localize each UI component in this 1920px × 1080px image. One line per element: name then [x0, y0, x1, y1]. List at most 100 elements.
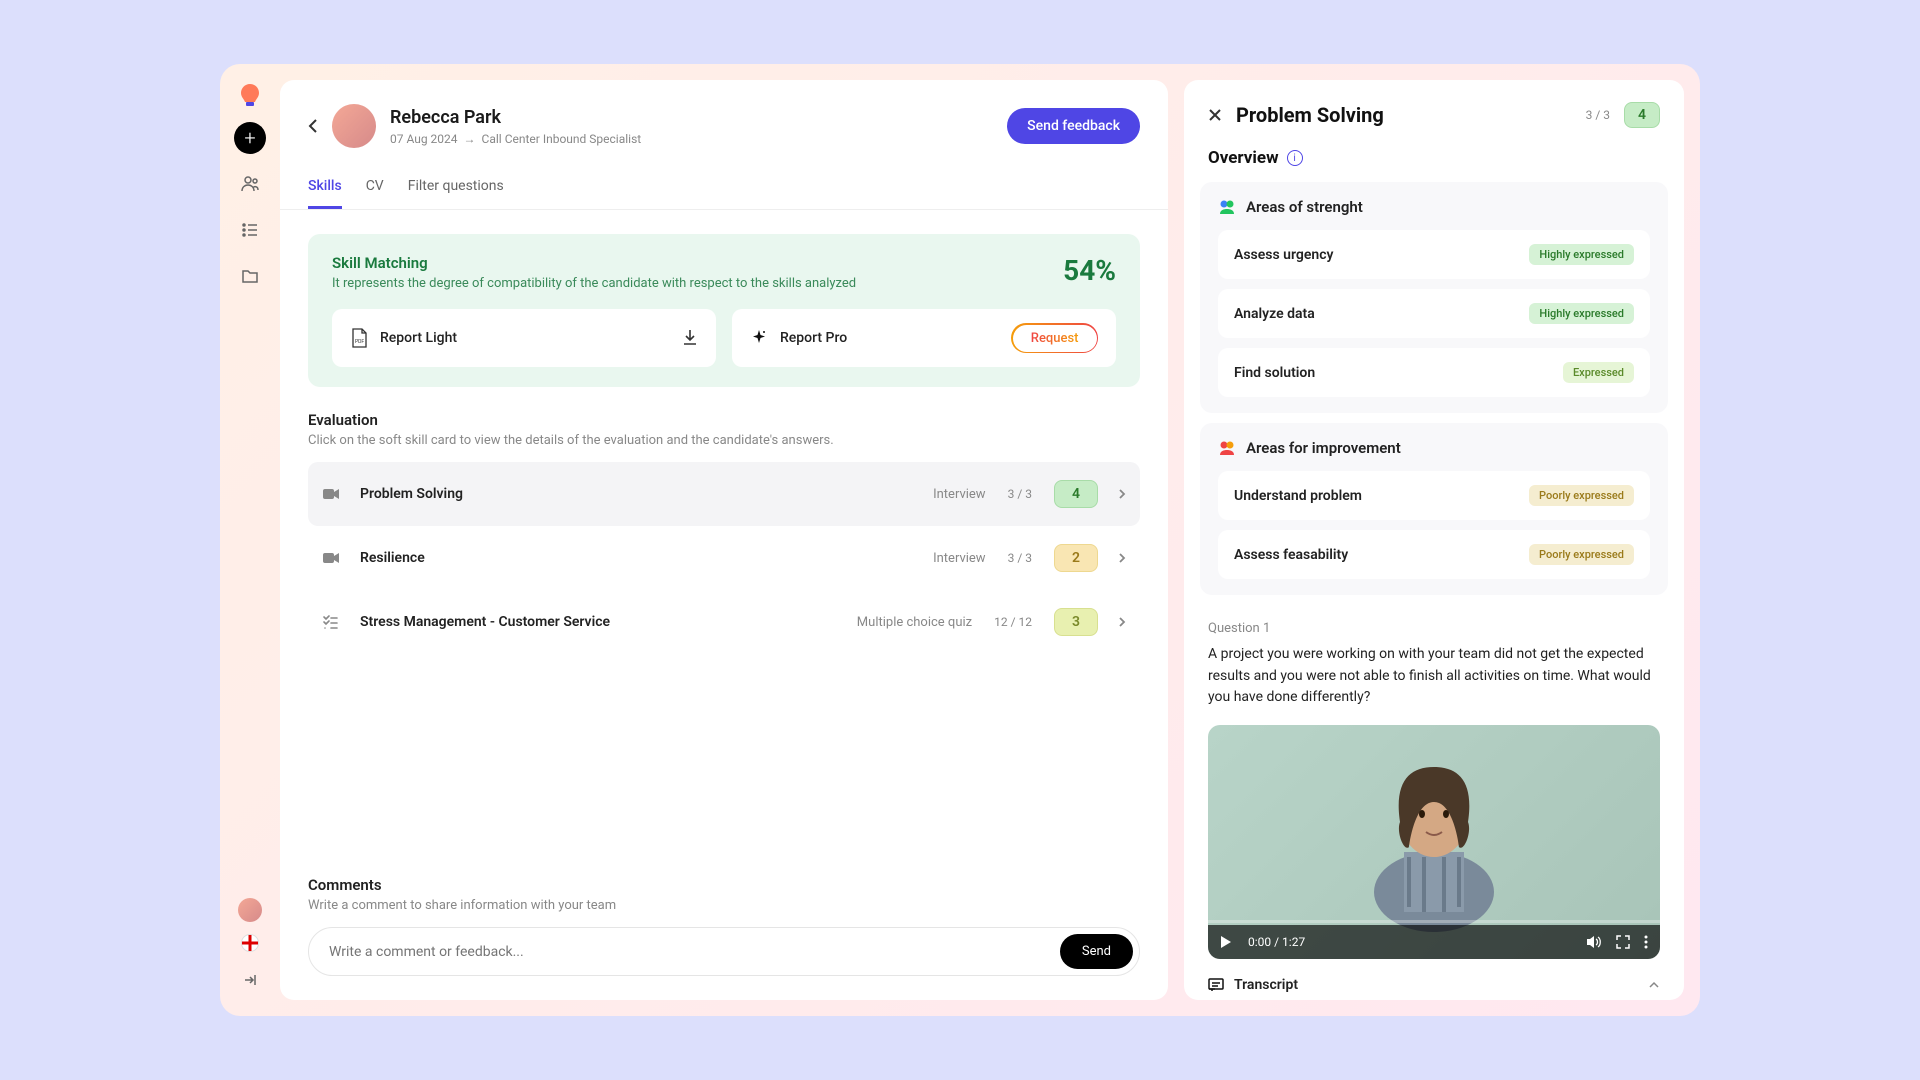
pdf-icon: PDF: [350, 328, 368, 348]
collapse-sidebar-icon[interactable]: [234, 964, 266, 996]
language-flag[interactable]: [241, 934, 259, 952]
report-light-card: PDF Report Light: [332, 309, 716, 367]
volume-icon[interactable]: [1586, 935, 1602, 949]
skill-matching-subtitle: It represents the degree of compatibilit…: [332, 276, 856, 291]
eval-title: Problem Solving: [360, 486, 933, 502]
detail-header: Problem Solving 3 / 3 4: [1184, 80, 1684, 138]
video-thumbnail: [1354, 752, 1514, 932]
eval-row[interactable]: Stress Management - Customer ServiceMult…: [308, 590, 1140, 654]
sidebar-list-icon[interactable]: [234, 214, 266, 246]
improvement-section: Areas for improvement Understand problem…: [1200, 423, 1668, 595]
item-name: Assess feasability: [1234, 547, 1529, 563]
skill-matching-pct: 54%: [1063, 254, 1116, 287]
add-button[interactable]: +: [234, 122, 266, 154]
arrow-icon: →: [464, 132, 476, 146]
overview-title: Overview: [1208, 148, 1279, 168]
improvement-label: Areas for improvement: [1246, 439, 1401, 457]
expression-badge: Highly expressed: [1529, 244, 1634, 265]
checklist-icon: [322, 614, 342, 630]
content-area: Skill Matching It represents the degree …: [280, 210, 1168, 876]
fullscreen-icon[interactable]: [1616, 935, 1630, 949]
expression-badge: Expressed: [1563, 362, 1634, 383]
more-icon[interactable]: [1644, 935, 1648, 949]
close-icon[interactable]: [1208, 108, 1222, 122]
candidate-name: Rebecca Park: [390, 107, 641, 128]
camera-icon: [322, 551, 342, 565]
strengths-icon: [1218, 198, 1236, 216]
item-name: Assess urgency: [1234, 247, 1529, 263]
score-pill: 4: [1054, 480, 1098, 508]
question-text: A project you were working on with your …: [1208, 644, 1660, 709]
overview-row: Overview i: [1184, 138, 1684, 174]
comment-box: Send: [308, 927, 1140, 976]
evaluation-list: Problem SolvingInterview3 / 34Resilience…: [308, 462, 1140, 654]
chevron-up-icon: [1648, 981, 1660, 989]
expression-badge: Poorly expressed: [1529, 485, 1634, 506]
eval-type: Multiple choice quiz: [857, 615, 972, 630]
eval-count: 12 / 12: [994, 615, 1032, 629]
strength-item: Find solutionExpressed: [1218, 348, 1650, 397]
tab-cv[interactable]: CV: [366, 166, 384, 209]
comment-input[interactable]: [329, 944, 1060, 960]
app-logo: [238, 84, 262, 108]
sidebar-folder-icon[interactable]: [234, 260, 266, 292]
evaluation-header: Evaluation Click on the soft skill card …: [308, 411, 1140, 448]
eval-title: Stress Management - Customer Service: [360, 614, 857, 630]
detail-body: Areas of strenght Assess urgencyHighly e…: [1184, 174, 1684, 1000]
improvement-icon: [1218, 439, 1236, 457]
detail-score: 4: [1624, 102, 1660, 128]
play-icon[interactable]: [1220, 935, 1232, 949]
sidebar-candidates-icon[interactable]: [234, 168, 266, 200]
score-pill: 3: [1054, 608, 1098, 636]
tabs: Skills CV Filter questions: [280, 166, 1168, 210]
comments-subtitle: Write a comment to share information wit…: [308, 898, 1140, 913]
info-icon[interactable]: i: [1287, 150, 1303, 166]
send-comment-button[interactable]: Send: [1060, 934, 1133, 969]
user-avatar-small[interactable]: [238, 898, 262, 922]
report-pro-label: Report Pro: [780, 330, 847, 346]
skill-matching-card: Skill Matching It represents the degree …: [308, 234, 1140, 387]
chevron-right-icon: [1118, 488, 1126, 500]
video-player[interactable]: 0:00 / 1:27: [1208, 725, 1660, 959]
chevron-right-icon: [1118, 616, 1126, 628]
video-progress-bar[interactable]: [1208, 920, 1660, 923]
eval-count: 3 / 3: [1008, 487, 1032, 501]
transcript-label: Transcript: [1234, 977, 1638, 993]
report-pro-card: Report Pro Request: [732, 309, 1116, 367]
improvement-item: Assess feasabilityPoorly expressed: [1218, 530, 1650, 579]
back-button[interactable]: [308, 118, 318, 134]
sparkle-icon: [750, 329, 768, 347]
request-button[interactable]: Request: [1011, 323, 1098, 353]
evaluation-title: Evaluation: [308, 411, 1140, 429]
app-window: + Rebecca Park: [220, 64, 1700, 1016]
tab-skills[interactable]: Skills: [308, 166, 342, 209]
eval-title: Resilience: [360, 550, 933, 566]
video-time: 0:00 / 1:27: [1248, 935, 1305, 949]
strengths-section: Areas of strenght Assess urgencyHighly e…: [1200, 182, 1668, 413]
question-label: Question 1: [1208, 621, 1660, 636]
download-icon[interactable]: [682, 329, 698, 347]
question-section: Question 1 A project you were working on…: [1200, 605, 1668, 1000]
detail-panel: Problem Solving 3 / 3 4 Overview i Areas…: [1184, 80, 1684, 1000]
transcript-icon: [1208, 978, 1224, 992]
chevron-right-icon: [1118, 552, 1126, 564]
expression-badge: Highly expressed: [1529, 303, 1634, 324]
eval-row[interactable]: Problem SolvingInterview3 / 34: [308, 462, 1140, 526]
camera-icon: [322, 487, 342, 501]
report-light-label: Report Light: [380, 330, 457, 346]
skill-matching-title: Skill Matching: [332, 254, 856, 272]
eval-row[interactable]: ResilienceInterview3 / 32: [308, 526, 1140, 590]
sidebar-bottom: [234, 898, 266, 996]
candidate-name-block: Rebecca Park 07 Aug 2024 → Call Center I…: [390, 107, 641, 146]
send-feedback-button[interactable]: Send feedback: [1007, 108, 1140, 144]
strength-item: Assess urgencyHighly expressed: [1218, 230, 1650, 279]
transcript-toggle[interactable]: Transcript: [1208, 977, 1660, 993]
item-name: Understand problem: [1234, 488, 1529, 504]
evaluation-subtitle: Click on the soft skill card to view the…: [308, 433, 1140, 448]
improvement-item: Understand problemPoorly expressed: [1218, 471, 1650, 520]
candidate-avatar: [332, 104, 376, 148]
tab-filter-questions[interactable]: Filter questions: [408, 166, 504, 209]
strength-item: Analyze dataHighly expressed: [1218, 289, 1650, 338]
candidate-header: Rebecca Park 07 Aug 2024 → Call Center I…: [280, 80, 1168, 166]
main-panel: Rebecca Park 07 Aug 2024 → Call Center I…: [280, 80, 1168, 1000]
